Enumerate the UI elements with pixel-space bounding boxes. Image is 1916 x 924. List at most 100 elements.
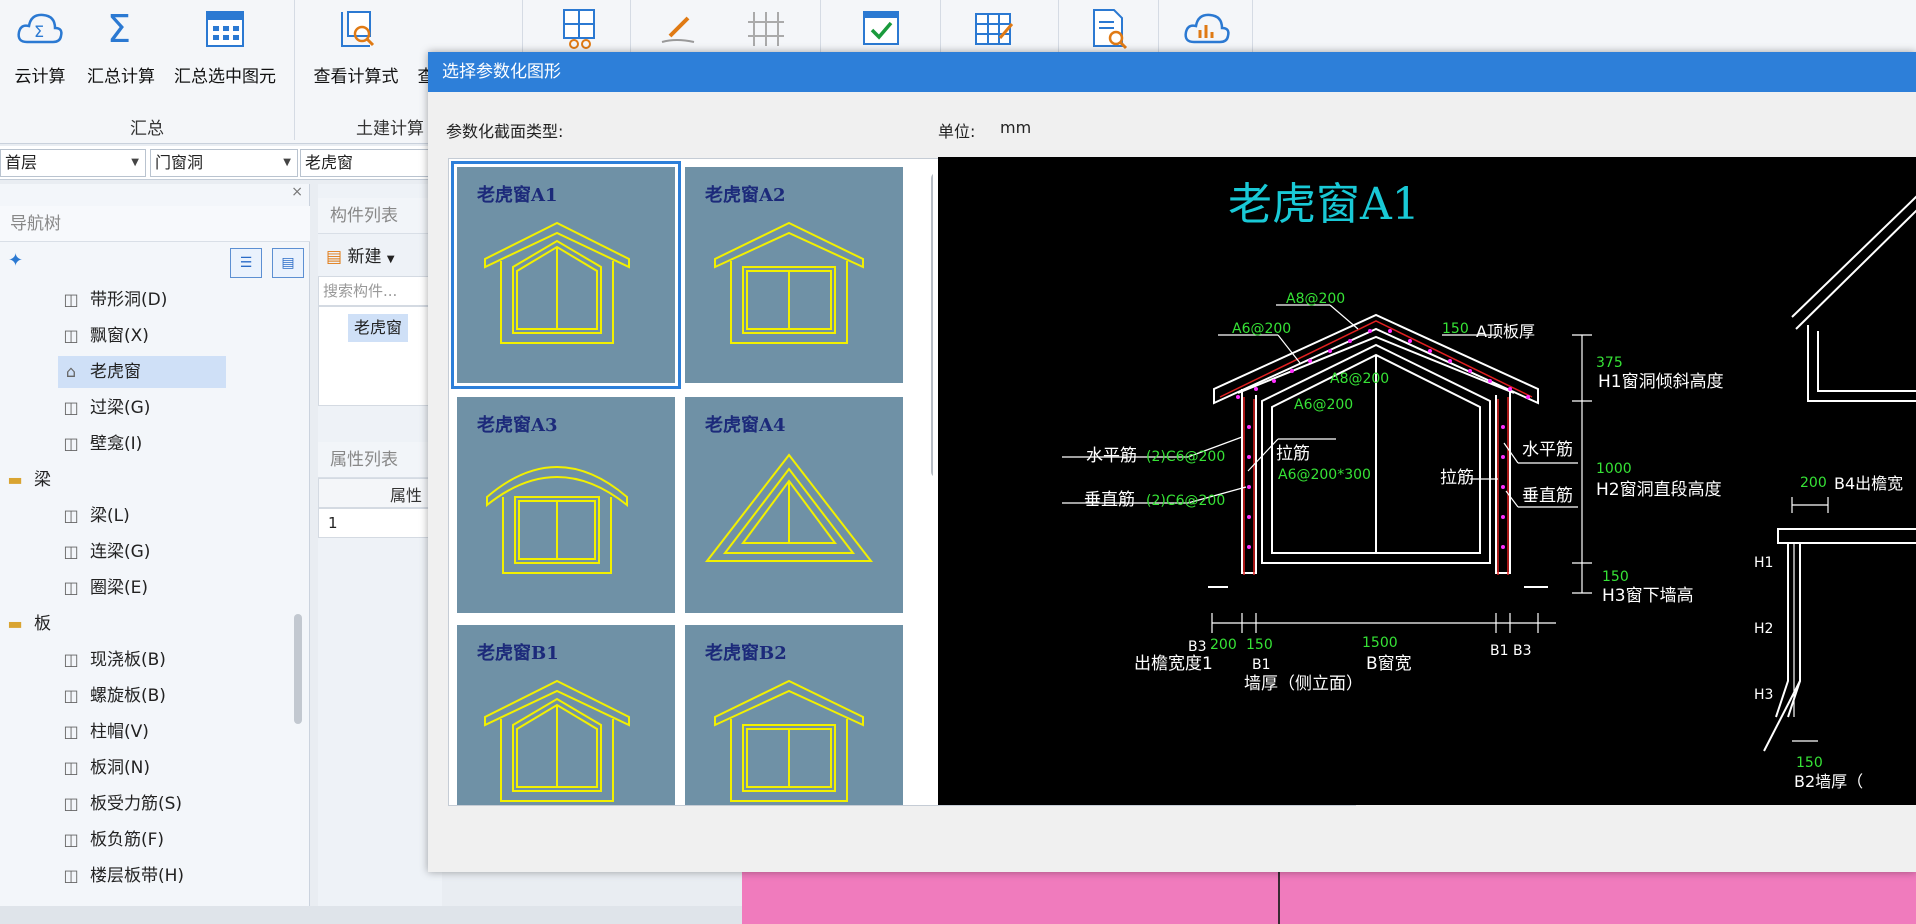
doc-search-icon[interactable] (1088, 6, 1132, 50)
cad-label: H3 (1754, 687, 1773, 703)
nav-folder[interactable]: ▬ 板 (0, 606, 296, 642)
component-search-input[interactable]: 搜索构件... (318, 276, 442, 306)
nav-item[interactable]: ◫ 板受力筋(S) (0, 786, 296, 822)
nav-item[interactable]: ◫ 螺旋板(B) (0, 678, 296, 714)
nav-item-label: 板负筋(F) (90, 830, 165, 850)
cad-label: A8@200 (1330, 371, 1389, 387)
cad-label: 200 (1210, 637, 1237, 653)
grid-glasses-icon[interactable] (560, 6, 604, 50)
cad-label: 200 (1800, 475, 1827, 491)
cad-label: 150 (1246, 637, 1273, 653)
shape-thumb-a2[interactable]: 老虎窗A2 (685, 167, 903, 383)
gallery-scrollbar[interactable] (931, 173, 933, 477)
panel-view-icon[interactable]: ▤ (272, 248, 304, 278)
nav-item-label: 楼层板带(H) (90, 866, 185, 886)
cloud-calc-button[interactable]: Σ 云计算 (10, 6, 70, 87)
niche-icon: ◫ (63, 434, 79, 453)
cad-label: A6@200*300 (1278, 467, 1371, 483)
spiral-slab-icon: ◫ (63, 686, 79, 705)
sum-selected-button[interactable]: 汇总选中图元 (168, 6, 282, 87)
nav-item-label: 现浇板(B) (90, 650, 166, 670)
cad-label: 水平筋 (1522, 440, 1573, 460)
cad-label: 150 (1442, 321, 1469, 337)
formula-search-icon (341, 11, 375, 47)
section-type-label: 参数化截面类型: (446, 122, 564, 141)
nav-item-label: 过梁(G) (90, 398, 151, 418)
cloud-chart-icon[interactable] (1182, 8, 1232, 48)
slab-rebar-icon: ◫ (63, 794, 79, 813)
ring-beam-icon: ◫ (63, 578, 79, 597)
cloud-calc-label: 云计算 (14, 67, 66, 87)
slab-strip-icon: ◫ (63, 866, 79, 885)
nav-item[interactable]: ◫ 飘窗(X) (0, 318, 296, 354)
cad-label: 150 (1602, 569, 1629, 585)
rebar-grid-icon[interactable] (744, 8, 788, 48)
nav-item-label: 板 (34, 614, 51, 634)
nav-item-label: 连梁(G) (90, 542, 151, 562)
nav-item[interactable]: ◫ 板洞(N) (0, 750, 296, 786)
shape-thumb-a1[interactable]: 老虎窗A1 (451, 161, 681, 389)
coupling-beam-icon: ◫ (63, 542, 79, 561)
view-formula-button[interactable]: 查看计算式 (308, 6, 404, 87)
property-list-title: 属性列表 (318, 442, 442, 478)
cad-label: B1 (1252, 657, 1271, 673)
cad-label: 1500 (1362, 635, 1398, 651)
nav-item[interactable]: ⌂ 老虎窗 (0, 354, 296, 390)
dialog-title: 选择参数化图形 (428, 52, 1916, 92)
sum-calc-button[interactable]: Σ 汇总计算 (82, 6, 160, 87)
cad-title: 老虎窗A1 (1228, 179, 1420, 230)
shape-thumb-b1[interactable]: 老虎窗B1 (457, 625, 675, 805)
shape-thumb-a3[interactable]: 老虎窗A3 (457, 397, 675, 613)
shape-thumb-a4[interactable]: 老虎窗A4 (685, 397, 903, 613)
nav-item[interactable]: ◫ 楼层板带(H) (0, 858, 296, 894)
table-edit-icon[interactable] (972, 8, 1016, 48)
add-sparkle-icon[interactable]: ✦ (8, 250, 23, 271)
nav-scrollbar[interactable] (294, 614, 302, 724)
check-icon[interactable] (860, 8, 904, 48)
view-formula-label: 查看计算式 (313, 67, 399, 87)
cad-label: 水平筋 (1086, 446, 1137, 466)
nav-item-label: 柱帽(V) (90, 722, 149, 742)
shape-thumb-b2[interactable]: 老虎窗B2 (685, 625, 903, 805)
floor-select[interactable]: 首层 ▼ (0, 149, 146, 177)
component-select[interactable]: 老虎窗 (300, 149, 440, 177)
cad-label: H1窗洞倾斜高度 (1598, 372, 1724, 392)
navigation-panel: × 导航树 ✦ ☰ ▤ ◫ 带形洞(D) ◫ 飘窗(X) ⌂ 老虎窗 ◫ 过梁(G) ◫ 壁龛(I… (0, 184, 310, 924)
property-column-header: 属性 (390, 486, 423, 505)
nav-item-label: 圈梁(E) (90, 578, 149, 598)
nav-item-label: 板受力筋(S) (90, 794, 183, 814)
nav-item[interactable]: ◫ 圈梁(E) (0, 570, 296, 606)
pencil-icon[interactable] (656, 8, 700, 48)
close-icon[interactable]: × (291, 184, 303, 200)
nav-item[interactable]: ◫ 柱帽(V) (0, 714, 296, 750)
cad-label: 垂直筋 (1084, 490, 1135, 510)
nav-item[interactable]: ◫ 壁龛(I) (0, 426, 296, 462)
new-component-button[interactable]: ▤ 新建 ▼ (326, 242, 395, 267)
list-view-icon[interactable]: ☰ (230, 248, 262, 278)
chevron-down-icon: ▼ (386, 254, 395, 265)
chevron-down-icon: ▼ (131, 157, 139, 168)
cad-label: 375 (1596, 355, 1623, 371)
svg-text:Σ: Σ (34, 22, 44, 41)
nav-item[interactable]: ◫ 梁(L) (0, 498, 296, 534)
calculator-icon (206, 11, 244, 47)
shape-thumb-label: 老虎窗A3 (477, 415, 558, 436)
cad-label: B2墙厚（ (1794, 772, 1863, 791)
nav-item[interactable]: ◫ 板负筋(F) (0, 822, 296, 858)
cad-label: A8@200 (1286, 291, 1345, 307)
drawing-canvas[interactable] (742, 868, 1916, 924)
cad-label: B窗宽 (1366, 654, 1412, 674)
component-item[interactable]: 老虎窗 (348, 314, 409, 342)
dormer-cad-drawing: 老虎窗A1 A8@200 A6@200 150 A顶板厚 A8@200 A6@2… (1062, 179, 1916, 791)
nav-tree: ◫ 带形洞(D) ◫ 飘窗(X) ⌂ 老虎窗 ◫ 过梁(G) ◫ 壁龛(I) ▬ 梁 ◫ 梁(L) ◫ 连梁(… (0, 282, 296, 894)
nav-folder[interactable]: ▬ 梁 (0, 462, 296, 498)
canvas-axis-line (1278, 868, 1280, 924)
nav-item[interactable]: ◫ 带形洞(D) (0, 282, 296, 318)
nav-item[interactable]: ◫ 连梁(G) (0, 534, 296, 570)
category-select[interactable]: 门窗洞 ▼ (150, 149, 298, 177)
nav-item[interactable]: ◫ 过梁(G) (0, 390, 296, 426)
unit-label: 单位: (938, 122, 976, 141)
folder-icon: ▬ (7, 470, 23, 489)
nav-item[interactable]: ◫ 现浇板(B) (0, 642, 296, 678)
sum-selected-label: 汇总选中图元 (174, 67, 276, 87)
